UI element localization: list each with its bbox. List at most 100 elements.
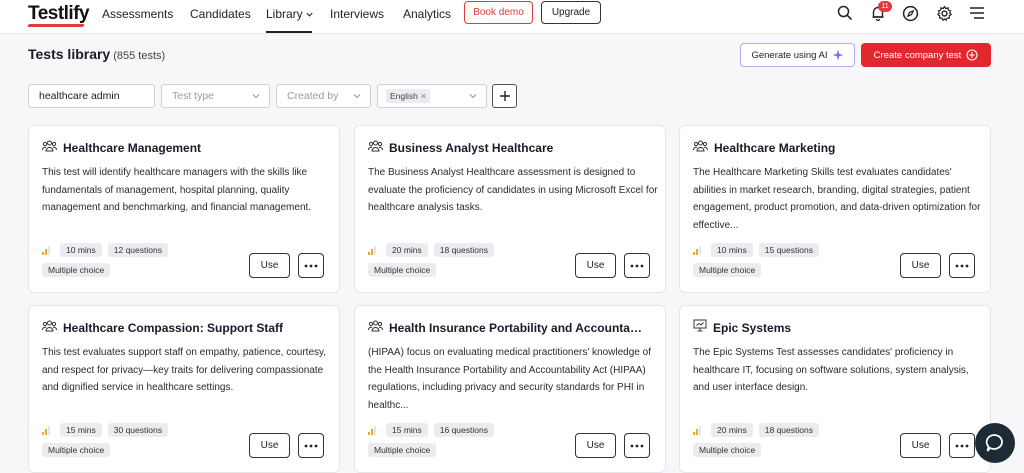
test-card[interactable]: Business Analyst Healthcare The Business …: [354, 125, 666, 293]
more-options-button[interactable]: [298, 253, 324, 278]
tests-count: (855 tests): [113, 50, 166, 62]
card-title[interactable]: Healthcare Management: [63, 141, 201, 155]
difficulty-bars-icon: [42, 425, 50, 435]
card-meta: 15 mins 30 questions: [42, 423, 168, 437]
add-filter-button[interactable]: [492, 84, 517, 108]
card-meta: 20 mins 18 questions: [693, 423, 819, 437]
language-chip: English ×: [386, 89, 431, 103]
testlify-logo[interactable]: Testlify: [28, 3, 90, 25]
question-type-pill: Multiple choice: [42, 443, 111, 457]
duration-pill: 15 mins: [60, 423, 102, 437]
duration-pill: 15 mins: [386, 423, 428, 437]
card-title[interactable]: Health Insurance Portability and Account…: [389, 321, 645, 335]
duration-pill: 20 mins: [386, 243, 428, 257]
created-by-select[interactable]: Created by: [276, 84, 371, 108]
use-test-button[interactable]: Use: [900, 253, 941, 278]
card-title[interactable]: Healthcare Marketing: [714, 141, 835, 155]
questions-pill: 15 questions: [758, 243, 819, 257]
test-card[interactable]: Health Insurance Portability and Account…: [354, 305, 666, 473]
nav-library-label: Library: [266, 7, 303, 21]
chevron-down-icon: [353, 94, 361, 99]
card-header: Healthcare Management: [42, 139, 201, 157]
created-by-placeholder: Created by: [287, 90, 339, 102]
question-type-pill: Multiple choice: [368, 263, 437, 277]
duration-pill: 10 mins: [60, 243, 102, 257]
use-test-button[interactable]: Use: [249, 433, 290, 458]
language-select[interactable]: English ×: [377, 84, 487, 108]
language-chip-label: English: [390, 91, 418, 101]
more-dots-icon: [630, 264, 644, 267]
question-type-pill: Multiple choice: [42, 263, 111, 277]
menu-icon[interactable]: [967, 3, 987, 23]
page-title-text: Tests library: [28, 46, 111, 62]
use-test-button[interactable]: Use: [575, 253, 616, 278]
chip-remove-icon[interactable]: ×: [421, 91, 426, 101]
test-card[interactable]: Healthcare Management This test will iden…: [28, 125, 340, 293]
difficulty-bars-icon: [368, 425, 376, 435]
test-card[interactable]: Healthcare Marketing The Healthcare Marke…: [679, 125, 991, 293]
search-filter[interactable]: [28, 84, 155, 108]
nav-analytics[interactable]: Analytics: [403, 7, 451, 21]
nav-active-indicator: [266, 31, 312, 33]
more-options-button[interactable]: [624, 253, 650, 278]
logo-underline: [27, 24, 85, 27]
card-title[interactable]: Epic Systems: [713, 321, 791, 335]
card-meta: 15 mins 16 questions: [368, 423, 494, 437]
group-icon: [368, 319, 383, 337]
use-test-button[interactable]: Use: [900, 433, 941, 458]
difficulty-bars-icon: [42, 245, 50, 255]
more-dots-icon: [304, 444, 318, 447]
search-icon[interactable]: [835, 3, 855, 23]
nav-candidates[interactable]: Candidates: [190, 7, 251, 21]
test-type-placeholder: Test type: [172, 90, 215, 102]
more-options-button[interactable]: [624, 433, 650, 458]
chevron-down-icon: [469, 94, 477, 99]
nav-library[interactable]: Library: [266, 7, 314, 21]
more-options-button[interactable]: [949, 433, 975, 458]
presentation-icon: [693, 319, 707, 337]
book-demo-button[interactable]: Book demo: [464, 1, 533, 24]
test-card[interactable]: Epic Systems The Epic Systems Test assess…: [679, 305, 991, 473]
more-options-button[interactable]: [949, 253, 975, 278]
card-title[interactable]: Healthcare Compassion: Support Staff: [63, 321, 283, 335]
question-type-pill: Multiple choice: [368, 443, 437, 457]
group-icon: [693, 139, 708, 157]
nav-assessments[interactable]: Assessments: [102, 7, 173, 21]
sparkle-icon: [832, 49, 844, 61]
difficulty-bars-icon: [693, 245, 701, 255]
upgrade-button[interactable]: Upgrade: [541, 1, 601, 24]
duration-pill: 20 mins: [711, 423, 753, 437]
card-meta: 10 mins 12 questions: [42, 243, 168, 257]
card-header: Health Insurance Portability and Account…: [368, 319, 645, 337]
more-dots-icon: [955, 444, 969, 447]
questions-pill: 18 questions: [758, 423, 819, 437]
group-icon: [42, 139, 57, 157]
test-type-select[interactable]: Test type: [161, 84, 270, 108]
use-test-button[interactable]: Use: [249, 253, 290, 278]
use-test-button[interactable]: Use: [575, 433, 616, 458]
create-company-test-button[interactable]: Create company test: [861, 43, 991, 67]
card-description: This test evaluates support staff on emp…: [42, 347, 327, 393]
card-header: Healthcare Compassion: Support Staff: [42, 319, 283, 337]
questions-pill: 18 questions: [433, 243, 494, 257]
difficulty-bars-icon: [693, 425, 701, 435]
compass-icon[interactable]: [900, 3, 920, 23]
chat-support-button[interactable]: [975, 423, 1015, 463]
create-company-test-label: Create company test: [873, 49, 962, 61]
notification-badge: 11: [878, 1, 892, 12]
test-card[interactable]: Healthcare Compassion: Support Staff This…: [28, 305, 340, 473]
nav-interviews[interactable]: Interviews: [330, 7, 384, 21]
search-input[interactable]: [39, 90, 154, 102]
card-header: Business Analyst Healthcare: [368, 139, 553, 157]
card-description: The Business Analyst Healthcare assessme…: [368, 167, 658, 213]
card-description: This test will identify healthcare manag…: [42, 167, 312, 213]
question-type-pill: Multiple choice: [693, 263, 762, 277]
question-type-pill: Multiple choice: [693, 443, 762, 457]
card-title[interactable]: Business Analyst Healthcare: [389, 141, 553, 155]
chat-icon: [985, 434, 1003, 452]
questions-pill: 12 questions: [107, 243, 168, 257]
generate-ai-button[interactable]: Generate using AI: [740, 43, 855, 67]
more-options-button[interactable]: [298, 433, 324, 458]
difficulty-bars-icon: [368, 245, 376, 255]
gear-icon[interactable]: [934, 3, 954, 23]
